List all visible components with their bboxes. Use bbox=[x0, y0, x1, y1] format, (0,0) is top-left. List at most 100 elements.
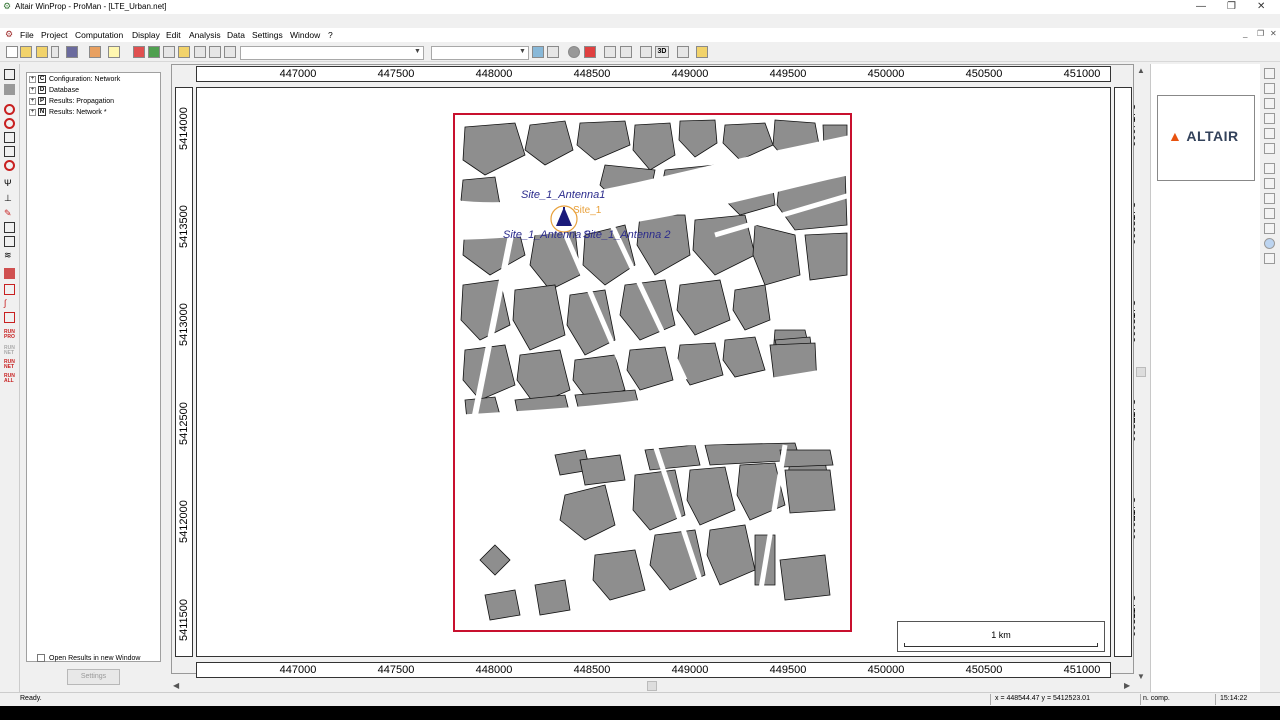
layers-stack-icon[interactable] bbox=[4, 146, 15, 157]
copy-icon[interactable] bbox=[148, 46, 160, 58]
split-icon[interactable] bbox=[4, 236, 15, 247]
tool-icon[interactable] bbox=[1264, 143, 1275, 154]
expand-icon[interactable]: + bbox=[29, 86, 36, 94]
tree-item-database[interactable]: + D Database bbox=[29, 86, 79, 96]
x-tick-label: 451000 bbox=[1063, 68, 1101, 80]
target-icon[interactable] bbox=[4, 160, 15, 171]
menu-project[interactable]: Project bbox=[41, 30, 67, 40]
antenna-icon[interactable]: Ψ bbox=[4, 178, 15, 189]
help-icon[interactable] bbox=[108, 46, 120, 58]
curve-icon[interactable]: ∫ bbox=[4, 298, 15, 309]
circle-icon[interactable] bbox=[4, 104, 15, 115]
edit-icon[interactable]: ✎ bbox=[4, 208, 15, 219]
menu-analysis[interactable]: Analysis bbox=[189, 30, 221, 40]
run-net-active-icon[interactable]: RUN NET bbox=[4, 360, 15, 371]
measure-icon[interactable] bbox=[604, 46, 616, 58]
menu-help[interactable]: ? bbox=[328, 30, 333, 40]
chart-icon[interactable] bbox=[1264, 193, 1275, 204]
run-pro-icon[interactable]: RUN PRO bbox=[4, 330, 15, 341]
tool-icon[interactable] bbox=[1264, 163, 1275, 174]
circle-slash-icon[interactable] bbox=[4, 118, 15, 129]
tool-icon[interactable] bbox=[1264, 253, 1275, 264]
menu-display[interactable]: Display bbox=[132, 30, 160, 40]
layers-icon[interactable] bbox=[4, 84, 15, 95]
zoom-in-icon[interactable] bbox=[209, 46, 221, 58]
menu-window[interactable]: Window bbox=[290, 30, 320, 40]
info-icon[interactable] bbox=[696, 46, 708, 58]
color-palette-icon[interactable] bbox=[584, 46, 596, 58]
mdi-restore-button[interactable]: ❐ bbox=[1257, 29, 1264, 38]
menu-file[interactable]: File bbox=[20, 30, 34, 40]
scroll-down-icon[interactable]: ▼ bbox=[1137, 672, 1145, 681]
menu-app-icon[interactable]: ⚙ bbox=[5, 29, 13, 40]
tool-icon[interactable] bbox=[1264, 113, 1275, 124]
building-map[interactable]: Site_1_Antenna1 Site_1 Site_1_Antenna 3 … bbox=[453, 113, 852, 632]
new-icon[interactable] bbox=[6, 46, 18, 58]
layer-select[interactable]: ▼ bbox=[240, 46, 424, 60]
open-results-option[interactable]: Open Results in new Window bbox=[37, 654, 140, 662]
dropdown-icon[interactable] bbox=[51, 46, 59, 58]
close-button[interactable]: ✕ bbox=[1257, 1, 1265, 12]
view-select[interactable]: ▼ bbox=[431, 46, 529, 60]
list-icon[interactable] bbox=[4, 69, 15, 80]
pin-icon[interactable]: ⊥ bbox=[4, 193, 15, 204]
wave-icon[interactable]: ≋ bbox=[4, 250, 15, 261]
page-icon[interactable] bbox=[640, 46, 652, 58]
menu-settings[interactable]: Settings bbox=[252, 30, 283, 40]
ruler-icon[interactable] bbox=[620, 46, 632, 58]
circle-icon[interactable] bbox=[568, 46, 580, 58]
export-icon[interactable] bbox=[89, 46, 101, 58]
open-recent-icon[interactable] bbox=[36, 46, 48, 58]
restore-button[interactable]: ❐ bbox=[1227, 1, 1236, 12]
globe-icon[interactable] bbox=[1264, 238, 1275, 249]
tools-icon[interactable] bbox=[677, 46, 689, 58]
tree-item-configuration[interactable]: + C Configuration: Network bbox=[29, 75, 120, 85]
run-all-icon[interactable]: RUN ALL bbox=[4, 374, 15, 385]
chart-icon[interactable] bbox=[1264, 223, 1275, 234]
mdi-close-button[interactable]: ✕ bbox=[1270, 29, 1277, 38]
close-x-icon[interactable] bbox=[1264, 68, 1275, 79]
square-icon[interactable] bbox=[547, 46, 559, 58]
ruler-bottom: 447000 447500 448000 448500 449000 44950… bbox=[196, 662, 1111, 678]
rectangle-icon[interactable] bbox=[4, 284, 15, 295]
scroll-thumb[interactable] bbox=[647, 681, 657, 691]
zoom-fit-icon[interactable] bbox=[178, 46, 190, 58]
run-net-icon[interactable]: RUN NET bbox=[4, 346, 15, 357]
scroll-up-icon[interactable]: ▲ bbox=[1137, 66, 1145, 75]
horizontal-scrollbar[interactable]: ◀ ▶ bbox=[171, 680, 1134, 692]
scroll-left-icon[interactable]: ◀ bbox=[173, 681, 179, 690]
document-icon[interactable] bbox=[4, 222, 15, 233]
3d-view-button[interactable]: 3D bbox=[655, 46, 669, 58]
menu-data[interactable]: Data bbox=[227, 30, 245, 40]
vertical-scrollbar[interactable]: ▲ ▼ bbox=[1135, 64, 1147, 684]
tool-icon[interactable] bbox=[1264, 83, 1275, 94]
settings-button[interactable]: Settings bbox=[67, 669, 120, 685]
chart-icon[interactable] bbox=[4, 312, 15, 323]
save-icon[interactable] bbox=[66, 46, 78, 58]
chart-icon[interactable] bbox=[1264, 208, 1275, 219]
zoom-out-icon[interactable] bbox=[194, 46, 206, 58]
scroll-thumb[interactable] bbox=[1136, 367, 1146, 377]
expand-icon[interactable]: + bbox=[29, 108, 36, 116]
open-folder-icon[interactable] bbox=[20, 46, 32, 58]
cut-icon[interactable] bbox=[133, 46, 145, 58]
minimize-button[interactable]: — bbox=[1196, 1, 1206, 12]
expand-icon[interactable]: + bbox=[29, 97, 36, 105]
menu-edit[interactable]: Edit bbox=[166, 30, 181, 40]
tool-icon[interactable] bbox=[1264, 98, 1275, 109]
zoom-area-icon[interactable] bbox=[224, 46, 236, 58]
tool-icon[interactable] bbox=[1264, 128, 1275, 139]
zoom-window-icon[interactable] bbox=[163, 46, 175, 58]
copy-icon[interactable] bbox=[4, 132, 15, 143]
color-icon[interactable] bbox=[4, 268, 15, 279]
tree-item-results-network[interactable]: + N Results: Network * bbox=[29, 108, 107, 118]
menu-bar: ⚙ File Project Computation Display Edit … bbox=[0, 28, 1280, 42]
expand-icon[interactable]: + bbox=[29, 75, 36, 83]
display-icon[interactable] bbox=[532, 46, 544, 58]
tree-item-results-propagation[interactable]: + P Results: Propagation bbox=[29, 97, 114, 107]
menu-computation[interactable]: Computation bbox=[75, 30, 123, 40]
mdi-minimize-button[interactable]: _ bbox=[1243, 29, 1247, 38]
tool-icon[interactable] bbox=[1264, 178, 1275, 189]
scroll-right-icon[interactable]: ▶ bbox=[1124, 681, 1130, 690]
open-results-checkbox[interactable] bbox=[37, 654, 45, 662]
